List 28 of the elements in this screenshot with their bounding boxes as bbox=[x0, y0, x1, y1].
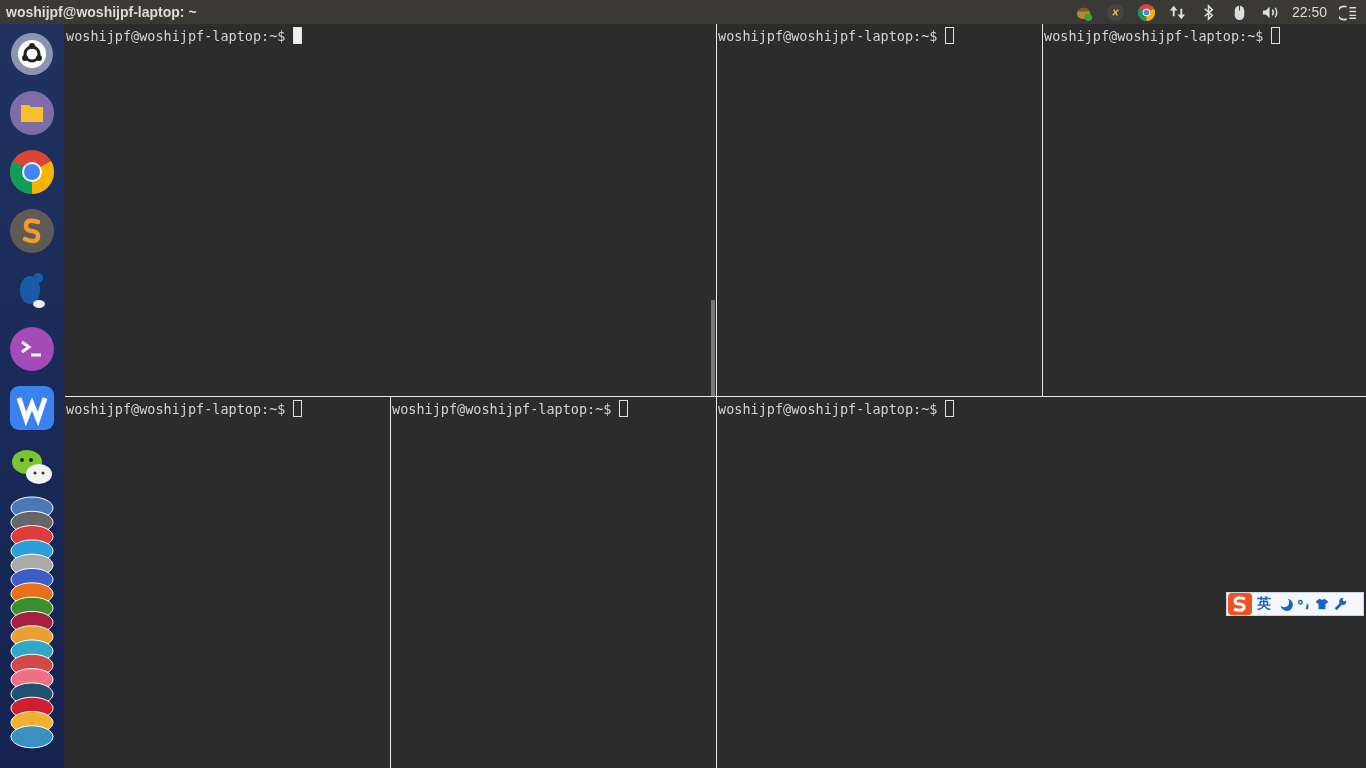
shell-prompt: woshijpf@woshijpf-laptop:~$ bbox=[718, 400, 938, 417]
shell-prompt: woshijpf@woshijpf-laptop:~$ bbox=[392, 400, 612, 417]
chrome-icon[interactable] bbox=[1136, 2, 1156, 22]
shell-prompt: woshijpf@woshijpf-laptop:~$ bbox=[1044, 27, 1264, 44]
terminal-pane[interactable]: woshijpf@woshijpf-laptop:~$ bbox=[65, 397, 390, 768]
terminal-pane[interactable]: woshijpf@woshijpf-laptop:~$ bbox=[717, 24, 1042, 396]
window-title: woshijpf@woshijpf-laptop: ~ bbox=[6, 4, 197, 20]
sublime-icon[interactable] bbox=[10, 209, 54, 253]
ubuntu-logo-icon[interactable] bbox=[10, 32, 54, 76]
terminal-icon[interactable] bbox=[10, 327, 54, 371]
chrome-icon[interactable] bbox=[10, 150, 54, 194]
terminal-pane[interactable]: woshijpf@woshijpf-laptop:~$ bbox=[1043, 24, 1366, 396]
shirt-icon[interactable] bbox=[1315, 597, 1329, 611]
shell-prompt: woshijpf@woshijpf-laptop:~$ bbox=[66, 27, 286, 44]
moon-icon[interactable] bbox=[1279, 597, 1293, 611]
folder-icon[interactable] bbox=[10, 91, 54, 135]
wrench-icon[interactable] bbox=[1333, 597, 1347, 611]
punctuation-icon[interactable] bbox=[1297, 597, 1311, 611]
writer-icon[interactable] bbox=[10, 386, 54, 430]
terminal-pane[interactable]: woshijpf@woshijpf-laptop:~$ bbox=[65, 24, 716, 396]
shell-prompt: woshijpf@woshijpf-laptop:~$ bbox=[66, 400, 286, 417]
clock[interactable]: 22:50 bbox=[1291, 4, 1327, 20]
input-mode[interactable]: 英 bbox=[1257, 595, 1271, 613]
power-icon[interactable] bbox=[1339, 2, 1358, 22]
scrollbar-handle[interactable] bbox=[711, 300, 715, 396]
terminal-pane[interactable]: woshijpf@woshijpf-laptop:~$ bbox=[391, 397, 716, 768]
shell-prompt: woshijpf@woshijpf-laptop:~$ bbox=[718, 27, 938, 44]
sogou-logo-icon[interactable] bbox=[1227, 593, 1253, 615]
